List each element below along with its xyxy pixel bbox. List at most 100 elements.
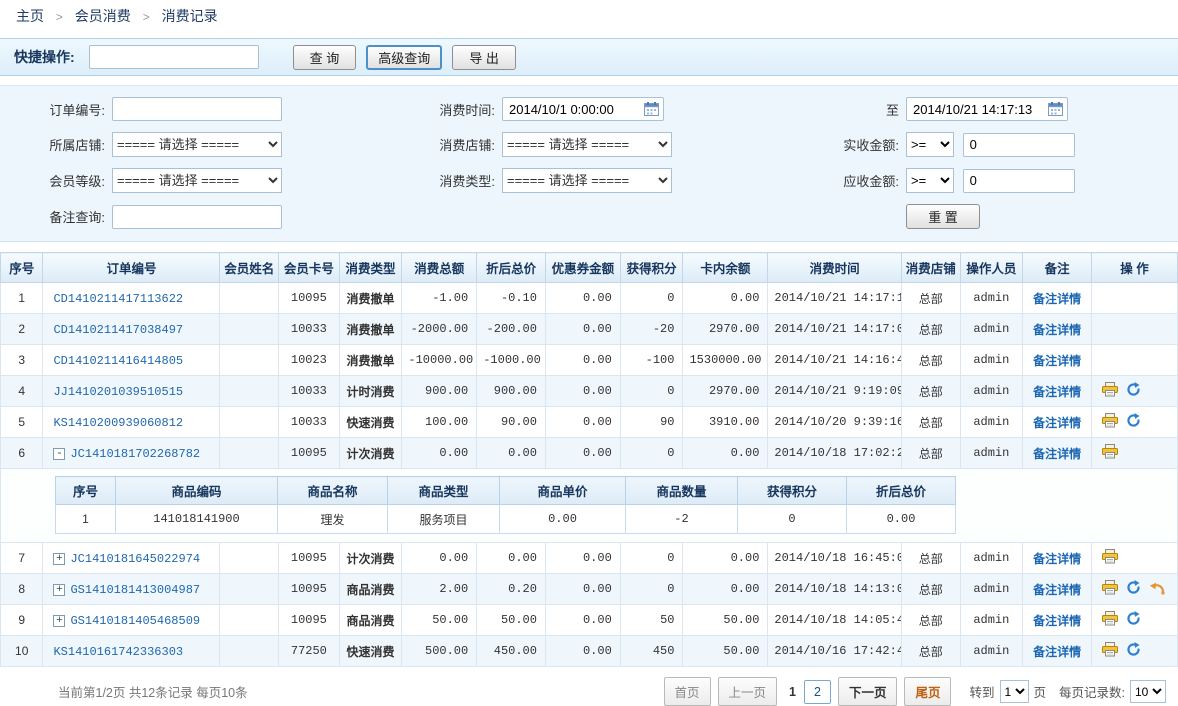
column-header: 消费店铺 bbox=[901, 253, 960, 283]
consumption-records-table: 序号订单编号会员姓名会员卡号消费类型消费总额折后总价优惠券金额获得积分卡内余额消… bbox=[0, 252, 1178, 667]
note-detail-link[interactable]: 备注详情 bbox=[1033, 645, 1081, 659]
revoke-icon[interactable] bbox=[1126, 580, 1141, 598]
note-detail-link[interactable]: 备注详情 bbox=[1033, 385, 1081, 399]
prev-page-button[interactable]: 上一页 bbox=[718, 677, 778, 706]
own-shop-label: 所属店铺: bbox=[0, 135, 112, 154]
quick-search-input[interactable] bbox=[89, 45, 259, 69]
real-amount-operator-select[interactable]: >= bbox=[906, 132, 954, 157]
expand-icon[interactable]: + bbox=[53, 553, 65, 565]
last-page-button[interactable]: 尾页 bbox=[904, 677, 951, 706]
own-shop-select[interactable]: ===== 请选择 ===== bbox=[112, 132, 282, 157]
expand-icon[interactable]: + bbox=[53, 584, 65, 596]
first-page-button[interactable]: 首页 bbox=[664, 677, 711, 706]
print-icon[interactable] bbox=[1102, 611, 1118, 629]
page-number-button[interactable]: 2 bbox=[804, 680, 831, 704]
operations-cell bbox=[1091, 283, 1177, 314]
order-number-link[interactable]: KS1410200939060812 bbox=[53, 416, 183, 430]
consume-type-cell: 计时消费 bbox=[339, 376, 402, 407]
operator-cell: admin bbox=[960, 574, 1023, 605]
page-size-label: 每页记录数: bbox=[1059, 682, 1125, 701]
card-no-cell: 10095 bbox=[279, 605, 340, 636]
order-number-link[interactable]: JC1410181702268782 bbox=[70, 447, 200, 461]
consume-time-to-input[interactable] bbox=[906, 97, 1068, 121]
note-detail-link[interactable]: 备注详情 bbox=[1033, 292, 1081, 306]
discounted-cell: -0.10 bbox=[477, 283, 546, 314]
balance-cell: 0.00 bbox=[683, 283, 768, 314]
table-row: 6-JC141018170226878210095计次消费0.000.000.0… bbox=[1, 438, 1178, 469]
reset-button[interactable]: 重 置 bbox=[906, 204, 980, 229]
order-number-link[interactable]: JJ1410201039510515 bbox=[53, 385, 183, 399]
revoke-icon[interactable] bbox=[1126, 382, 1141, 400]
note-detail-link[interactable]: 备注详情 bbox=[1033, 552, 1081, 566]
seq-cell: 10 bbox=[1, 636, 43, 667]
print-icon[interactable] bbox=[1102, 642, 1118, 660]
calendar-icon[interactable] bbox=[1048, 102, 1063, 119]
shop-cell: 总部 bbox=[901, 407, 960, 438]
note-detail-link[interactable]: 备注详情 bbox=[1033, 354, 1081, 368]
column-header: 操 作 bbox=[1091, 253, 1177, 283]
column-header: 消费时间 bbox=[768, 253, 901, 283]
note-detail-link[interactable]: 备注详情 bbox=[1033, 583, 1081, 597]
order-number-link[interactable]: CD1410211417113622 bbox=[53, 292, 183, 306]
order-no-input[interactable] bbox=[112, 97, 282, 121]
revoke-icon[interactable] bbox=[1126, 413, 1141, 431]
sub-cell: 0.00 bbox=[847, 505, 956, 534]
breadcrumb-member-consume[interactable]: 会员消费 bbox=[75, 8, 131, 24]
order-number-link[interactable]: CD1410211416414805 bbox=[53, 354, 183, 368]
print-icon[interactable] bbox=[1102, 382, 1118, 400]
note-detail-link[interactable]: 备注详情 bbox=[1033, 614, 1081, 628]
sub-cell: 141018141900 bbox=[116, 505, 278, 534]
column-header: 获得积分 bbox=[620, 253, 683, 283]
collapse-icon[interactable]: - bbox=[53, 448, 65, 460]
real-amount-input[interactable] bbox=[963, 133, 1075, 157]
coupon-cell: 0.00 bbox=[545, 314, 620, 345]
revoke-icon[interactable] bbox=[1126, 642, 1141, 660]
points-cell: -100 bbox=[620, 345, 683, 376]
print-icon[interactable] bbox=[1102, 444, 1118, 462]
member-level-select[interactable]: ===== 请选择 ===== bbox=[112, 168, 282, 193]
print-icon[interactable] bbox=[1102, 580, 1118, 598]
revoke-icon[interactable] bbox=[1126, 611, 1141, 629]
footer-bar: 当前第1/2页 共12条记录 每页10条 首页上一页12下一页尾页 转到 1 页… bbox=[0, 667, 1178, 706]
expand-icon[interactable]: + bbox=[53, 615, 65, 627]
order-number-link[interactable]: CD1410211417038497 bbox=[53, 323, 183, 337]
note-detail-link[interactable]: 备注详情 bbox=[1033, 416, 1081, 430]
order-number-link[interactable]: GS1410181413004987 bbox=[70, 583, 200, 597]
return-icon[interactable] bbox=[1149, 581, 1165, 598]
total-cell: 2.00 bbox=[402, 574, 477, 605]
points-cell: -20 bbox=[620, 314, 683, 345]
note-detail-link[interactable]: 备注详情 bbox=[1033, 447, 1081, 461]
consume-time-label: 消费时间: bbox=[294, 100, 502, 119]
advanced-query-button[interactable]: 高级查询 bbox=[366, 45, 442, 70]
next-page-button[interactable]: 下一页 bbox=[838, 677, 898, 706]
note-query-input[interactable] bbox=[112, 205, 282, 229]
order-number-link[interactable]: KS1410161742336303 bbox=[53, 645, 183, 659]
sub-cell: 0 bbox=[738, 505, 847, 534]
due-amount-operator-select[interactable]: >= bbox=[906, 168, 954, 193]
filter-panel: 订单编号: 消费时间: 至 所属店铺: ===== 请选择 = bbox=[0, 85, 1178, 242]
consume-time-from-input[interactable] bbox=[502, 97, 664, 121]
total-cell: 0.00 bbox=[402, 438, 477, 469]
calendar-icon[interactable] bbox=[644, 102, 659, 119]
consume-time-to-label: 至 bbox=[684, 100, 906, 119]
card-no-cell: 10095 bbox=[279, 543, 340, 574]
goto-page-select[interactable]: 1 bbox=[1000, 680, 1029, 703]
query-button[interactable]: 查 询 bbox=[293, 45, 357, 70]
note-detail-link[interactable]: 备注详情 bbox=[1033, 323, 1081, 337]
due-amount-input[interactable] bbox=[963, 169, 1075, 193]
order-number-link[interactable]: JC1410181645022974 bbox=[70, 552, 200, 566]
consume-shop-select[interactable]: ===== 请选择 ===== bbox=[502, 132, 672, 157]
sub-cell: 1 bbox=[56, 505, 116, 534]
breadcrumb-home[interactable]: 主页 bbox=[16, 8, 44, 24]
shop-cell: 总部 bbox=[901, 345, 960, 376]
export-button[interactable]: 导 出 bbox=[452, 45, 516, 70]
order-number-link[interactable]: GS1410181405468509 bbox=[70, 614, 200, 628]
consume-type-select[interactable]: ===== 请选择 ===== bbox=[502, 168, 672, 193]
print-icon[interactable] bbox=[1102, 413, 1118, 431]
page-size-select[interactable]: 10 bbox=[1130, 680, 1166, 703]
table-row: 9+GS141018140546850910095商品消费50.0050.000… bbox=[1, 605, 1178, 636]
operations-cell bbox=[1091, 543, 1177, 574]
goto-suffix-label: 页 bbox=[1034, 682, 1047, 701]
print-icon[interactable] bbox=[1102, 549, 1118, 567]
table-row: 8+GS141018141300498710095商品消费2.000.200.0… bbox=[1, 574, 1178, 605]
